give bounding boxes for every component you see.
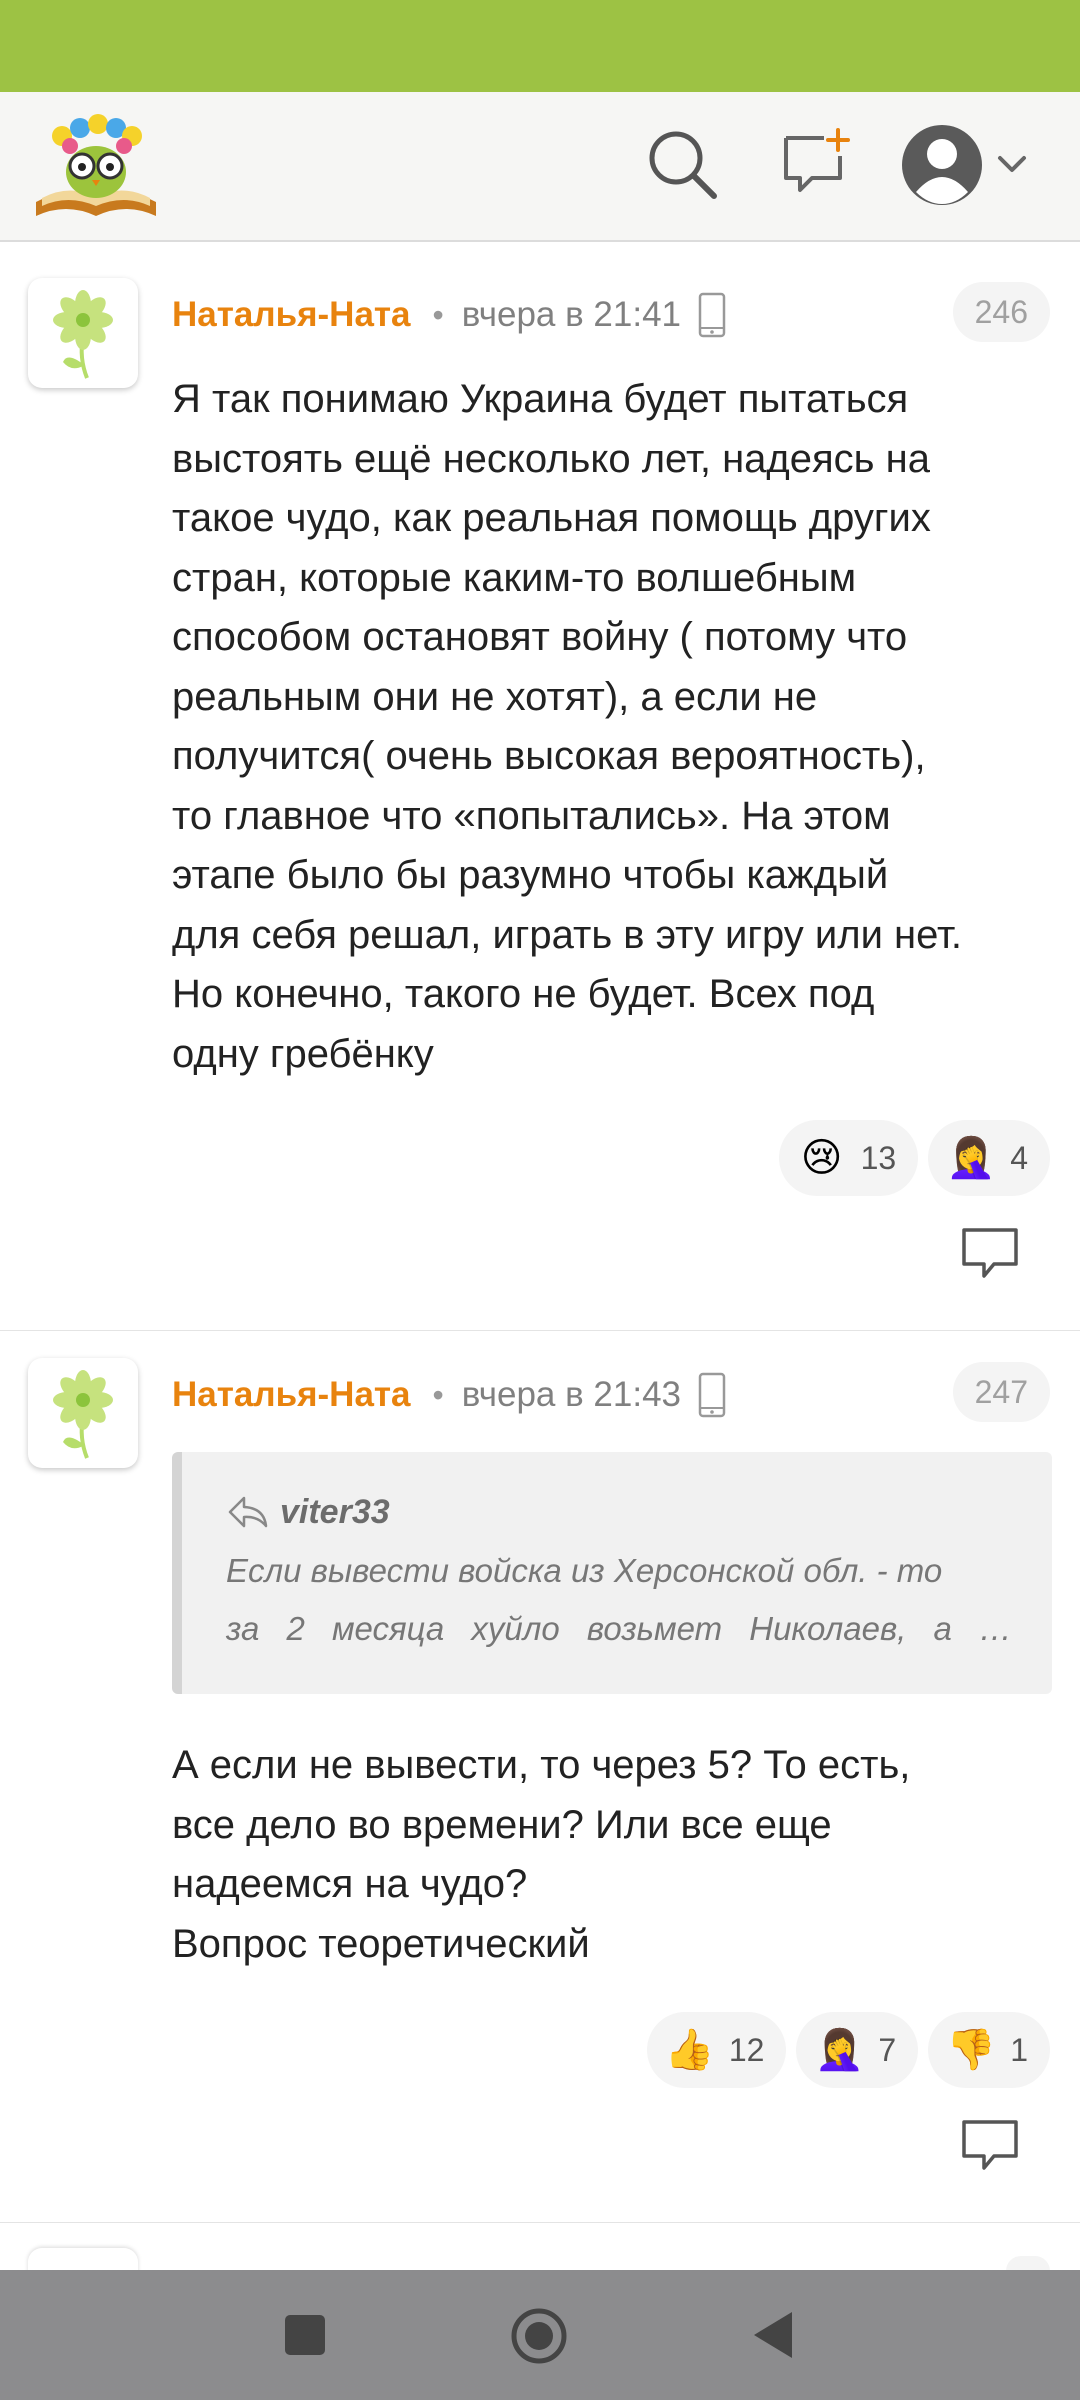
recents-square-icon[interactable] — [284, 2314, 326, 2356]
quote-word: возьмет — [586, 1610, 723, 1647]
text-line: одну гребёнку — [172, 1031, 434, 1076]
separator-dot: • — [432, 296, 444, 333]
facepalm-icon: 🤦‍♀️ — [946, 1136, 997, 1180]
author-avatar[interactable] — [28, 278, 138, 388]
reaction-count: 7 — [878, 2031, 897, 2068]
quoted-comment[interactable]: viter33 Если вывести войска из Херсонско… — [172, 1452, 1052, 1694]
comment-text: Я так понимаю Украина будет пытаться выс… — [172, 370, 1052, 1084]
facepalm-icon: 🤦‍♀️ — [814, 2028, 865, 2072]
reply-comment-icon[interactable] — [960, 1226, 1020, 1282]
text-line: Вопрос теоретический — [172, 1921, 590, 1966]
text-line: стран, которые каким-то волшебным — [172, 555, 857, 600]
flower-avatar-icon — [53, 1370, 113, 1459]
flower-avatar-icon — [53, 290, 113, 379]
quote-word: за — [226, 1610, 260, 1647]
comment: Наталья-Ната • вчера в 21:41 246 Я так п… — [0, 240, 1080, 1331]
text-line: способом остановят войну ( потому что — [172, 615, 908, 659]
text-line: реальным они не хотят), а если не — [172, 674, 818, 719]
reply-arrow-icon — [228, 1496, 268, 1528]
thumbs-up-icon: 👍 — [664, 2028, 715, 2072]
quote-word: а — [933, 1610, 952, 1647]
comment-number-badge[interactable]: 246 — [952, 282, 1050, 342]
new-message-icon[interactable] — [778, 126, 854, 202]
quote-line: Если вывести войска из Херсонской обл. -… — [226, 1552, 943, 1589]
profile-avatar-icon — [902, 125, 982, 205]
comment-time: вчера в 21:41 — [461, 295, 682, 334]
app-header — [0, 92, 1080, 242]
search-icon[interactable] — [644, 126, 720, 202]
quote-word: месяца — [331, 1610, 445, 1647]
profile-menu-button[interactable] — [900, 118, 1030, 212]
chevron-down-icon — [998, 156, 1026, 172]
author-name[interactable]: Наталья-Ната — [172, 1375, 411, 1415]
text-line: выстоять ещё несколько лет, надеясь на — [172, 436, 930, 481]
mobile-device-icon — [698, 1372, 726, 1418]
text-line: Но конечно, такого не будет. Всех под — [172, 972, 875, 1016]
quote-word: хуйло — [471, 1610, 560, 1647]
comment: Наталья-Ната • вчера в 21:43 247 viter33… — [0, 1332, 1080, 2223]
text-line: надеемся на чудо? — [172, 1862, 528, 1906]
reaction-count: 13 — [860, 1139, 897, 1176]
text-line: А если не вывести, то через 5? То есть, — [172, 1743, 911, 1787]
reaction-crying[interactable]: 😢 13 — [778, 1120, 919, 1196]
comment-time: вчера в 21:43 — [461, 1375, 682, 1414]
crying-face-icon: 😢 — [800, 1136, 843, 1180]
reaction-count: 1 — [1010, 2031, 1028, 2068]
quote-line: за 2 месяца хуйло возьмет Николаев, а … — [226, 1600, 1012, 1658]
text-line: для себя решал, играть в эту игру или не… — [172, 912, 963, 957]
mobile-device-icon — [698, 292, 726, 338]
reply-comment-icon[interactable] — [960, 2118, 1020, 2174]
author-avatar[interactable] — [28, 1358, 138, 1468]
reaction-facepalm[interactable]: 🤦‍♀️ 4 — [928, 1120, 1050, 1196]
quote-text: Если вывести войска из Херсонской обл. -… — [226, 1542, 1012, 1658]
quote-word: 2 — [286, 1610, 305, 1647]
comment-meta: Наталья-Ната • вчера в 21:41 — [172, 290, 727, 340]
separator-dot: • — [432, 1376, 444, 1413]
reactions-bar: 👍 12 🤦‍♀️ 7 👎 1 — [646, 2012, 1050, 2088]
thumbs-down-icon: 👎 — [946, 2028, 997, 2072]
status-bar — [0, 0, 1080, 92]
quote-header: viter33 — [226, 1482, 1012, 1542]
reaction-count: 4 — [1010, 1139, 1028, 1176]
comment-meta: Наталья-Ната • вчера в 21:43 — [172, 1370, 727, 1420]
comment-number-badge[interactable]: 247 — [952, 1362, 1050, 1422]
reaction-thumbs-up[interactable]: 👍 12 — [646, 2012, 787, 2088]
text-line: то главное что «попытались». На этом — [172, 793, 891, 838]
quote-word: Николаев, — [749, 1610, 907, 1647]
text-line: этапе было бы разумно чтобы каждый — [172, 853, 889, 897]
reaction-facepalm[interactable]: 🤦‍♀️ 7 — [796, 2012, 919, 2088]
text-line: Я так понимаю Украина будет пытаться — [172, 377, 909, 421]
author-name[interactable]: Наталья-Ната — [172, 295, 411, 335]
quote-author[interactable]: viter33 — [280, 1493, 390, 1532]
system-nav-bar — [0, 2270, 1080, 2400]
comment-text: А если не вывести, то через 5? То есть, … — [172, 1736, 1052, 1974]
quote-word: … — [978, 1610, 1012, 1647]
text-line: получится( очень высокая вероятность), — [172, 734, 926, 778]
reaction-thumbs-down[interactable]: 👎 1 — [928, 2012, 1050, 2088]
home-circle-icon[interactable] — [510, 2307, 568, 2365]
book-owl-logo[interactable] — [32, 106, 160, 222]
reaction-count: 12 — [728, 2031, 765, 2068]
text-line: все дело во времени? Или все еще — [172, 1802, 832, 1847]
reactions-bar: 😢 13 🤦‍♀️ 4 — [778, 1120, 1050, 1196]
back-triangle-icon[interactable] — [752, 2310, 794, 2360]
text-line: такое чудо, как реальная помощь других — [172, 496, 931, 540]
